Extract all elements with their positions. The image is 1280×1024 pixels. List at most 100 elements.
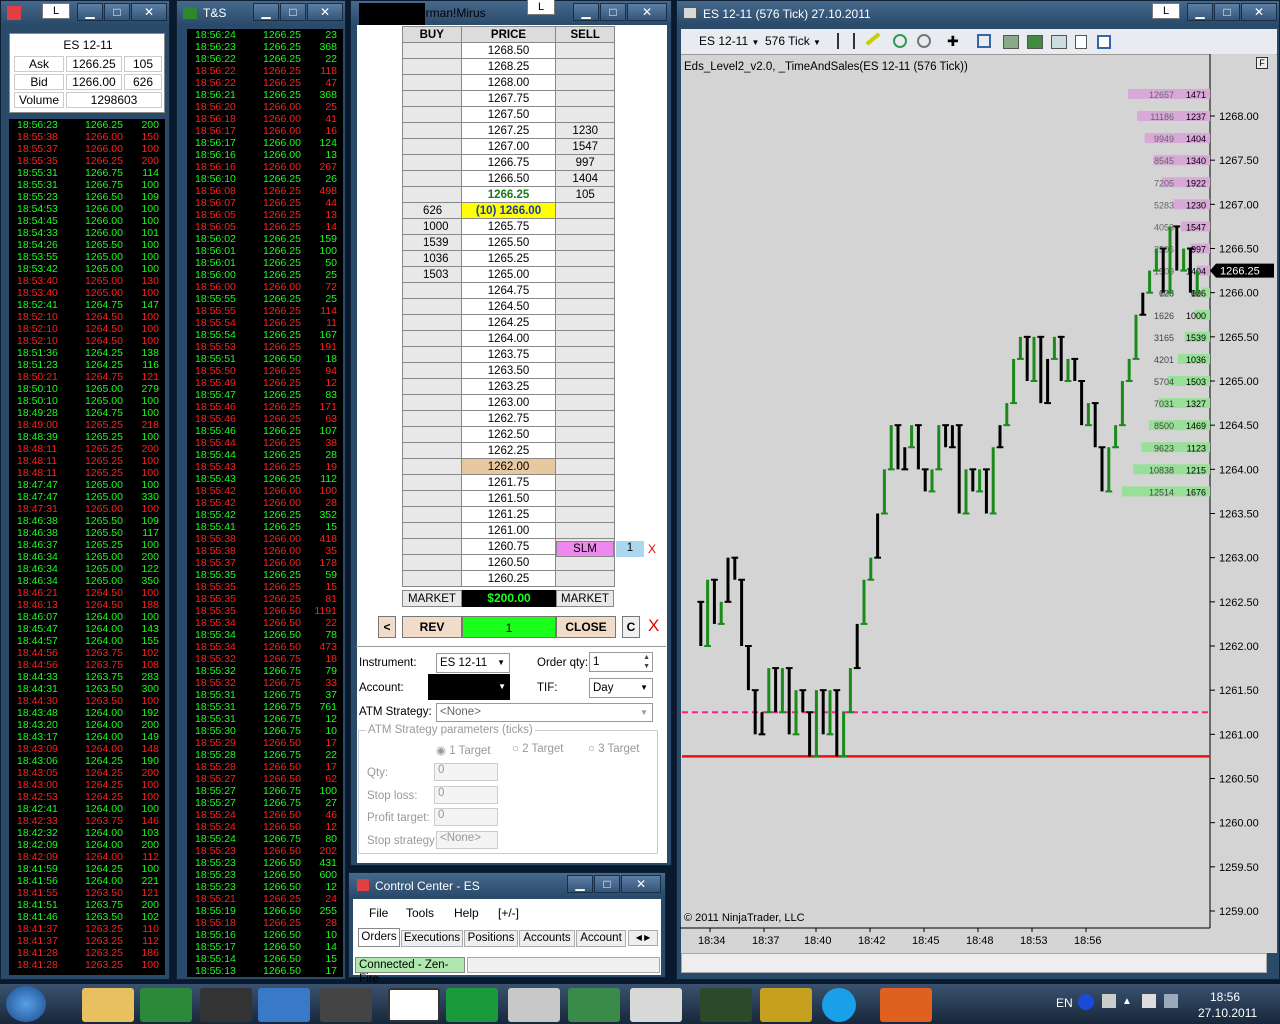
search-icon[interactable] [977,34,991,48]
qty-stepper[interactable]: 0 [434,763,498,781]
buy-cell[interactable] [402,554,462,571]
close-position-button[interactable]: CLOSE [556,616,616,638]
stop-loss-stepper[interactable]: 0 [434,786,498,804]
maximize-button[interactable]: □ [104,3,130,21]
app-icon-9[interactable] [880,988,932,1022]
start-button[interactable] [6,986,46,1022]
buy-cell[interactable]: 626 [402,202,462,219]
buy-cell[interactable] [402,170,462,187]
buy-cell[interactable] [402,186,462,203]
app-icon-3[interactable] [320,988,372,1022]
buy-cell[interactable]: 1036 [402,250,462,267]
close-button[interactable]: ✕ [627,3,667,21]
sell-cell[interactable]: 1547 [555,138,615,155]
buy-cell[interactable] [402,154,462,171]
market-sell-button[interactable]: MARKET [556,590,614,607]
buy-cell[interactable] [402,330,462,347]
sell-cell[interactable] [555,266,615,283]
sell-cell[interactable] [555,106,615,123]
quantity-field[interactable]: 1 [462,616,556,638]
sell-cell[interactable] [555,346,615,363]
buy-cell[interactable] [402,74,462,91]
price-cell[interactable]: 1260.25 [460,570,557,587]
buy-cell[interactable] [402,522,462,539]
app-icon-x[interactable] [388,988,440,1022]
sell-cell[interactable] [555,234,615,251]
ladder-row[interactable]: 1261.75 [402,474,615,491]
link-button[interactable]: L [527,0,555,15]
pencil-icon[interactable] [865,32,881,46]
price-cell[interactable]: 1266.75 [460,154,557,171]
buy-cell[interactable] [402,410,462,427]
buy-cell[interactable] [402,442,462,459]
buy-cell[interactable]: 1539 [402,234,462,251]
sell-cell[interactable] [555,218,615,235]
price-cell[interactable]: (10) 1266.00 [460,202,557,219]
minimize-button[interactable]: ▁ [1187,3,1213,21]
buy-cell[interactable] [402,426,462,443]
properties-icon[interactable] [1075,35,1087,49]
zoom-out-icon[interactable] [917,34,931,48]
ladder-row[interactable]: 1264.00 [402,330,615,347]
buy-cell[interactable] [402,138,462,155]
price-cell[interactable]: 1267.75 [460,90,557,107]
network-icon[interactable] [1164,994,1178,1008]
sell-cell[interactable] [555,250,615,267]
price-cell[interactable]: 1262.00 [460,458,557,475]
instrument-select[interactable]: ES 12-11 ▼ [436,653,510,673]
cc-menu-expand[interactable]: [+/-] [498,906,519,920]
clock-date[interactable]: 27.10.2011 [1198,1006,1257,1020]
tray-icon[interactable] [1102,994,1116,1008]
maximize-button[interactable]: □ [600,3,626,21]
tab-account[interactable]: Account [576,930,626,947]
ladder-row[interactable]: 1268.00 [402,74,615,91]
sell-cell[interactable] [555,202,615,219]
buy-cell[interactable] [402,298,462,315]
ladder-row[interactable]: 1263.50 [402,362,615,379]
sell-cell[interactable] [555,330,615,347]
buy-cell[interactable] [402,58,462,75]
ts-window-titlebar[interactable]: T&S ▁ □ ✕ [177,1,345,25]
profit-target-stepper[interactable]: 0 [434,808,498,826]
price-chart[interactable]: 1268.00 1267.50 1267.00 1266.50 1266.00 1265.… [680,54,1276,952]
price-cell[interactable]: 1268.50 [460,42,557,59]
ladder-row[interactable]: 1268.25 [402,58,615,75]
ladder-row[interactable]: 1264.75 [402,282,615,299]
ninjatrader-icon[interactable] [446,988,498,1022]
ladder-row[interactable]: 1267.50 [402,106,615,123]
ladder-row[interactable]: 1000 1265.75 [402,218,615,235]
indicator-icon[interactable] [1027,35,1043,49]
price-cell[interactable]: 1261.25 [460,506,557,523]
sell-cell[interactable] [555,522,615,539]
ladder-row[interactable]: 1266.50 1404 [402,170,615,187]
reverse-button[interactable]: REV [402,616,462,638]
sell-cell[interactable] [555,42,615,59]
cc-menu-help[interactable]: Help [454,906,479,920]
price-cell[interactable]: 1265.50 [460,234,557,251]
minimize-button[interactable]: ▁ [253,3,279,21]
price-cell[interactable]: 1261.00 [460,522,557,539]
sell-cell[interactable] [555,410,615,427]
maximize-button[interactable]: □ [1214,3,1240,21]
buy-cell[interactable] [402,42,462,59]
stop-strategy-select[interactable]: <None> [436,831,498,849]
bar-type-icon[interactable] [837,33,855,49]
buy-cell[interactable] [402,458,462,475]
price-cell[interactable]: 1264.50 [460,298,557,315]
h-scrollbar[interactable] [681,953,1267,973]
buy-cell[interactable] [402,106,462,123]
maximize-button[interactable]: □ [280,3,306,21]
app-icon-6[interactable] [630,988,682,1022]
close-button[interactable]: ✕ [131,3,167,21]
ladder-row[interactable]: 1267.00 1547 [402,138,615,155]
sell-cell[interactable] [555,74,615,91]
ladder-row[interactable]: 1264.25 [402,314,615,331]
price-cell[interactable]: 1262.75 [460,410,557,427]
buy-cell[interactable] [402,362,462,379]
buy-cell[interactable] [402,570,462,587]
cc-menu-tools[interactable]: Tools [406,906,434,920]
language-indicator[interactable]: EN [1056,996,1073,1010]
cc-menu-file[interactable]: File [369,906,388,920]
buy-cell[interactable]: 1503 [402,266,462,283]
app-icon-7[interactable] [700,988,752,1022]
